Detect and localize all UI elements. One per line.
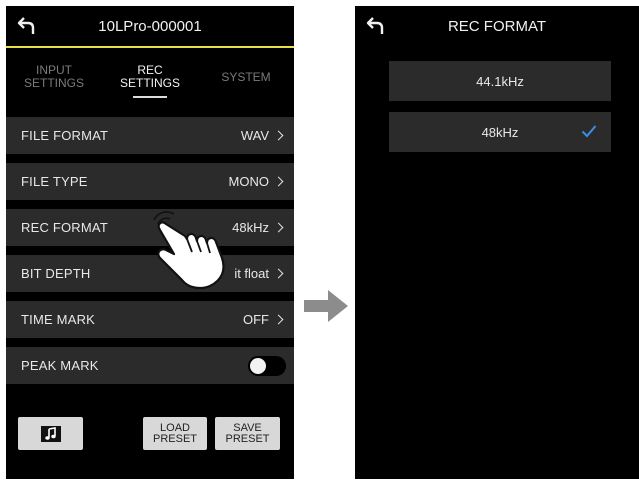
- peak-mark-toggle[interactable]: [248, 355, 286, 376]
- music-note-icon: [40, 425, 61, 442]
- tab-input-settings[interactable]: INPUT SETTINGS: [6, 48, 102, 106]
- tab-label-line2: SETTINGS: [23, 76, 84, 90]
- chevron-right-icon: [273, 268, 284, 279]
- header: REC FORMAT: [355, 6, 639, 46]
- row-rec-format[interactable]: REC FORMAT 48kHz: [6, 209, 294, 246]
- tab-label-line1: SYSTEM: [221, 69, 271, 84]
- settings-list: FILE FORMAT WAV FILE TYPE MONO REC FORMA…: [6, 117, 294, 393]
- tab-rec-settings[interactable]: REC SETTINGS: [102, 48, 198, 106]
- button-label-line2: PRESET: [152, 432, 197, 445]
- tapping-hand-icon: [153, 211, 225, 290]
- load-preset-button[interactable]: LOAD PRESET: [143, 417, 207, 450]
- device-title: 10LPro-000001: [98, 17, 202, 35]
- back-arrow-icon: [366, 17, 384, 34]
- button-label-line1: LOAD: [160, 421, 190, 434]
- chevron-right-icon: [273, 176, 284, 187]
- option-label: 48kHz: [481, 124, 519, 140]
- rec-format-screen: REC FORMAT 44.1kHz 48kHz: [355, 6, 639, 479]
- row-file-type[interactable]: FILE TYPE MONO: [6, 163, 294, 200]
- row-peak-mark: PEAK MARK: [6, 347, 294, 384]
- row-value: 48kHz: [232, 220, 269, 235]
- row-value: OFF: [243, 312, 269, 327]
- active-tab-underline: [133, 96, 167, 98]
- row-label: FILE FORMAT: [21, 128, 109, 143]
- chevron-right-icon: [273, 130, 284, 141]
- option-label: 44.1kHz: [476, 73, 524, 89]
- save-preset-button[interactable]: SAVE PRESET: [215, 417, 280, 450]
- back-arrow-icon: [17, 17, 35, 34]
- row-label: BIT DEPTH: [21, 266, 91, 281]
- button-label-line2: PRESET: [225, 432, 270, 445]
- row-label: FILE TYPE: [21, 174, 88, 189]
- row-value: MONO: [228, 174, 269, 189]
- arrow-right-icon: [304, 290, 348, 322]
- back-button[interactable]: [363, 14, 389, 38]
- back-button[interactable]: [14, 14, 40, 38]
- row-file-format[interactable]: FILE FORMAT WAV: [6, 117, 294, 154]
- tab-bar: INPUT SETTINGS REC SETTINGS SYSTEM: [6, 48, 294, 106]
- row-value: it float: [234, 266, 269, 281]
- rec-settings-screen: 10LPro-000001 INPUT SETTINGS REC SETTING…: [6, 6, 294, 479]
- header: 10LPro-000001: [6, 6, 294, 46]
- chevron-right-icon: [273, 222, 284, 233]
- row-value: WAV: [240, 128, 269, 143]
- button-label-line1: SAVE: [233, 421, 262, 434]
- music-button[interactable]: [18, 417, 83, 450]
- row-time-mark[interactable]: TIME MARK OFF: [6, 301, 294, 338]
- tab-label-line2: SETTINGS: [119, 76, 180, 90]
- toggle-knob: [250, 357, 266, 374]
- option-44-1khz[interactable]: 44.1kHz: [389, 61, 611, 101]
- row-label: PEAK MARK: [21, 358, 99, 373]
- row-bit-depth[interactable]: BIT DEPTH it float: [6, 255, 294, 292]
- page-title: REC FORMAT: [447, 17, 547, 35]
- checkmark-icon: [581, 125, 597, 138]
- row-label: TIME MARK: [21, 312, 96, 327]
- tab-system[interactable]: SYSTEM: [198, 48, 294, 106]
- chevron-right-icon: [273, 314, 284, 325]
- row-label: REC FORMAT: [21, 220, 108, 235]
- option-48khz[interactable]: 48kHz: [389, 112, 611, 152]
